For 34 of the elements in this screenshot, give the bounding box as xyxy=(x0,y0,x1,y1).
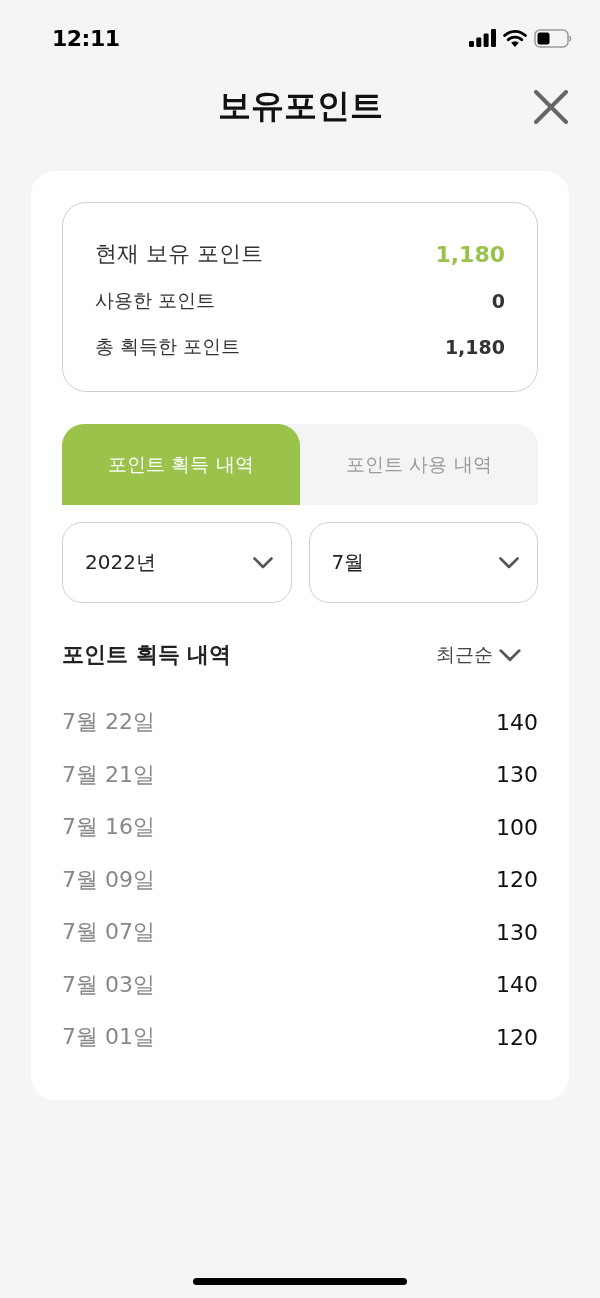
history-points: 140 xyxy=(496,972,538,998)
status-time: 12:11 xyxy=(52,25,120,51)
summary-label: 현재 보유 포인트 xyxy=(95,240,263,268)
history-date: 7월 09일 xyxy=(62,865,155,894)
dropdown-select[interactable]: 7월 xyxy=(308,522,538,603)
sort-dropdown[interactable]: 최근순 xyxy=(436,642,521,668)
history-date: 7월 03일 xyxy=(62,970,155,999)
history-points: 120 xyxy=(496,867,538,893)
summary-label: 총 획득한 포인트 xyxy=(95,334,241,359)
summary-value: 1,180 xyxy=(444,336,505,358)
chevron-down-icon xyxy=(499,556,519,569)
history-points: 120 xyxy=(496,1024,538,1050)
close-button[interactable] xyxy=(534,90,568,124)
section-title: 포인트 획득 내역 xyxy=(62,641,232,669)
history-points: 140 xyxy=(496,709,538,735)
history-points: 100 xyxy=(496,814,538,840)
chevron-down-icon xyxy=(252,556,273,569)
chevron-down-icon xyxy=(499,648,521,662)
history-date: 7월 16일 xyxy=(62,813,155,842)
close-icon xyxy=(534,90,568,124)
wifi-icon xyxy=(503,29,527,47)
summary-value: 0 xyxy=(491,290,505,312)
battery-icon xyxy=(534,28,572,48)
history-date: 7월 01일 xyxy=(62,1023,155,1052)
signal-icon xyxy=(469,29,496,47)
history-date: 7월 07일 xyxy=(62,918,155,947)
history-points: 130 xyxy=(496,762,538,788)
dropdown-select[interactable]: 2022년 xyxy=(62,522,292,603)
summary-label: 사용한 포인트 xyxy=(95,288,216,313)
history-points: 130 xyxy=(496,919,538,945)
history-date: 7월 22일 xyxy=(62,708,155,737)
summary-value: 1,180 xyxy=(435,241,505,267)
history-date: 7월 21일 xyxy=(62,760,155,789)
page-title: 보유포인트 xyxy=(217,86,383,126)
